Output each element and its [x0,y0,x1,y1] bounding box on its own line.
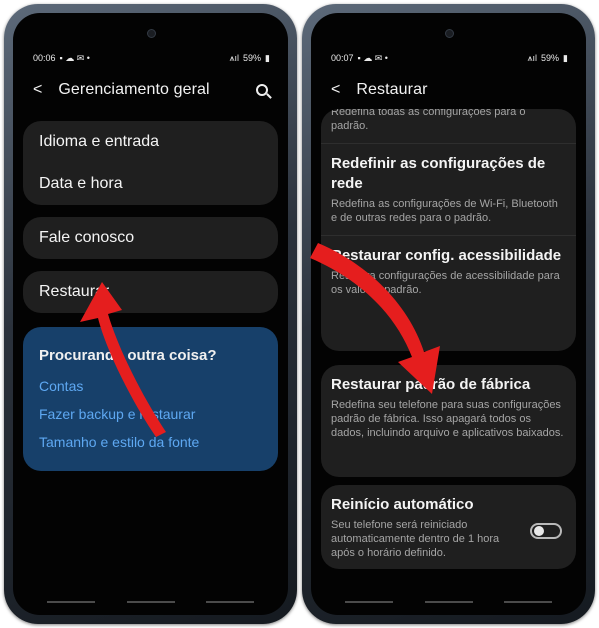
option-title: Redefinir as configurações de rede [331,155,546,192]
option-title: Reinício automático [331,496,474,513]
front-camera [444,29,454,38]
option-desc: Seu telefone será reiniciado automaticam… [331,519,500,559]
signal-icon: ⩚ıl [527,52,538,63]
left-phone: 00:06 ▪ ☁ ✉ • ⩚ıl 59% ▮ < Gerenciamento … [4,4,297,624]
nav-bar [47,601,254,603]
option-reset-network[interactable]: Redefinir as configurações de rede Redef… [321,144,576,235]
status-bar: 00:07 ▪ ☁ ✉ • ⩚ıl 59% ▮ [331,51,568,65]
left-screen: 00:06 ▪ ☁ ✉ • ⩚ıl 59% ▮ < Gerenciamento … [13,13,288,615]
menu-item-data-hora[interactable]: Data e hora [23,163,278,205]
reset-all-fragment[interactable]: Redefina todas as configurações para o p… [321,109,576,137]
option-title: Restaurar padrão de fábrica [331,376,531,393]
option-auto-restart[interactable]: Reinício automático Seu telefone será re… [321,485,576,569]
back-arrow-icon[interactable]: < [33,82,42,98]
right-screen: 00:07 ▪ ☁ ✉ • ⩚ıl 59% ▮ < Restaurar Rede… [311,13,586,615]
battery-icon: ▮ [265,52,270,63]
page-title: Restaurar [356,81,428,98]
option-title: Restaurar config. acessibilidade [331,247,562,264]
page-title: Gerenciamento geral [58,81,210,98]
back-arrow-icon[interactable]: < [331,82,340,98]
nav-home[interactable] [424,601,473,603]
link-tamanho-fonte[interactable]: Tamanho e estilo da fonte [23,428,278,456]
option-reset-accessibility[interactable]: Restaurar config. acessibilidade Restaur… [321,236,576,307]
link-contas[interactable]: Contas [23,372,278,400]
status-time: 00:06 [33,53,56,63]
nav-bar [345,601,552,603]
reset-all-desc: Redefina todas as configurações para o p… [331,109,526,132]
battery-icon: ▮ [563,52,568,63]
auto-restart-toggle[interactable] [530,523,562,539]
right-phone: 00:07 ▪ ☁ ✉ • ⩚ıl 59% ▮ < Restaurar Rede… [302,4,595,624]
app-header: < Restaurar [331,77,566,103]
status-bar: 00:06 ▪ ☁ ✉ • ⩚ıl 59% ▮ [33,51,270,65]
status-time: 00:07 [331,53,354,63]
nav-home[interactable] [126,601,175,603]
reset-options-card: Redefina todas as configurações para o p… [321,109,576,351]
app-header: < Gerenciamento geral [33,77,268,103]
settings-group-language: Idioma e entrada Data e hora [23,121,278,205]
search-icon[interactable] [256,84,268,96]
battery-level: 59% [243,53,262,63]
option-factory-reset[interactable]: Restaurar padrão de fábrica Redefina seu… [321,365,576,477]
settings-group-contact: Fale conosco [23,217,278,259]
settings-group-restore: Restaurar [23,271,278,313]
nav-recent[interactable] [345,601,393,603]
menu-item-idioma[interactable]: Idioma e entrada [23,121,278,163]
suggestions-card: Procurando outra coisa? Contas Fazer bac… [23,327,278,471]
nav-back[interactable] [206,601,254,603]
option-desc: Restaura configurações de acessibilidade… [331,270,560,296]
suggestions-title: Procurando outra coisa? [39,347,217,364]
nav-recent[interactable] [47,601,95,603]
front-camera [146,29,156,38]
battery-level: 59% [541,53,560,63]
notification-icons: ▪ ☁ ✉ • [59,52,90,63]
option-desc: Redefina as configurações de Wi-Fi, Blue… [331,198,558,224]
nav-back[interactable] [504,601,552,603]
menu-item-fale-conosco[interactable]: Fale conosco [23,217,278,259]
link-backup-restaurar[interactable]: Fazer backup e restaurar [23,400,278,428]
option-desc: Redefina seu telefone para suas configur… [331,399,564,439]
menu-item-restaurar[interactable]: Restaurar [23,271,278,313]
notification-icons: ▪ ☁ ✉ • [357,52,388,63]
signal-icon: ⩚ıl [229,52,240,63]
